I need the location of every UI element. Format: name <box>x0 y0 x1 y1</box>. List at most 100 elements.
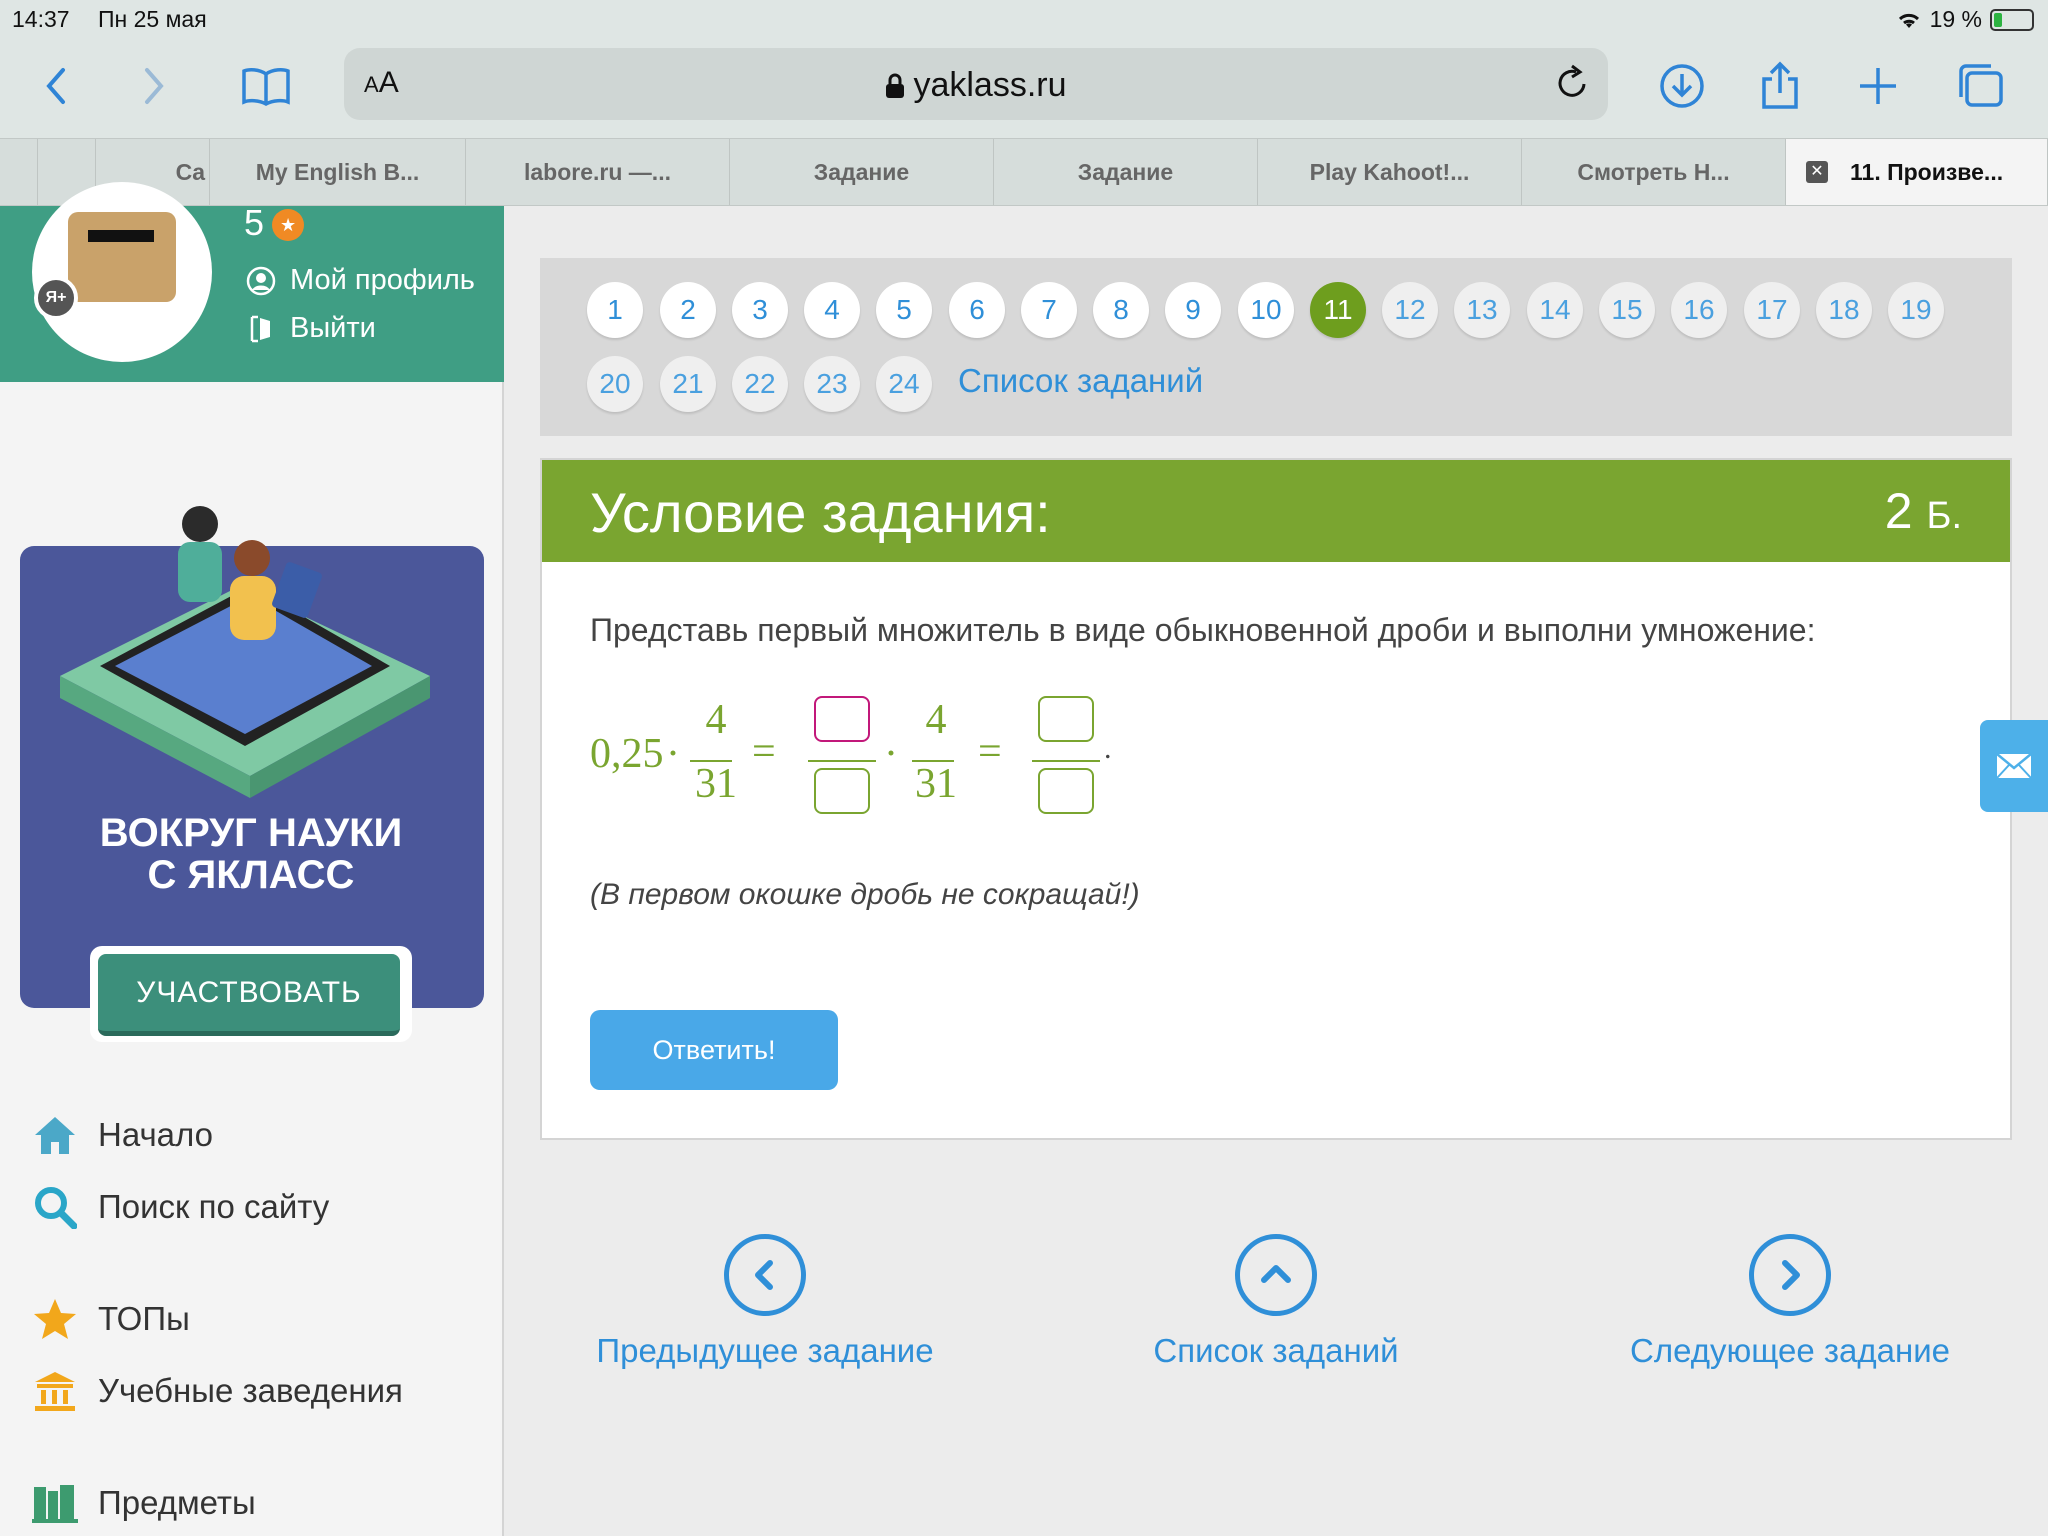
task-number-5[interactable]: 5 <box>876 282 932 338</box>
task-card: Условие задания: 2 Б. Представь первый м… <box>540 458 2012 1140</box>
tab-item[interactable] <box>0 139 38 205</box>
tabs-overview-icon[interactable] <box>1950 56 2010 116</box>
profile-panel: Я+ 5 ★ Мой профиль Выйти <box>0 182 504 382</box>
task-number-8[interactable]: 8 <box>1093 282 1149 338</box>
task-number-23[interactable]: 23 <box>804 356 860 412</box>
task-number-17[interactable]: 17 <box>1744 282 1800 338</box>
task-number-24[interactable]: 24 <box>876 356 932 412</box>
task-number-7[interactable]: 7 <box>1021 282 1077 338</box>
task-list-button[interactable]: Список заданий <box>1140 1234 1412 1370</box>
date: Пн 25 мая <box>98 6 207 32</box>
wifi-icon <box>1898 13 1919 28</box>
task-hint: (В первом окошке дробь не сокращай!) <box>590 878 1140 911</box>
url-text[interactable]: yaklass.ru <box>344 66 1608 105</box>
chevron-up-icon <box>1235 1234 1317 1316</box>
task-title: Условие задания: <box>590 481 1051 544</box>
task-points: 2 Б. <box>1884 483 1962 539</box>
formula-decimal: 0,25 <box>590 731 664 777</box>
tab-item[interactable]: Смотреть Н... <box>1522 139 1786 205</box>
task-number-10[interactable]: 10 <box>1238 282 1294 338</box>
tab-item[interactable]: Задание <box>994 139 1258 205</box>
formula-period: . <box>1104 732 1112 765</box>
prev-task-button[interactable]: Предыдущее задание <box>592 1234 938 1370</box>
promo-title: ВОКРУГ НАУКИ С ЯКЛАСС <box>99 811 403 897</box>
status-right: 19 % <box>1896 6 2034 33</box>
downloads-icon[interactable] <box>1652 56 1712 116</box>
back-icon[interactable] <box>26 56 86 116</box>
clock: 14:37 <box>12 6 70 32</box>
fraction-bar <box>808 760 876 762</box>
user-icon <box>246 266 276 295</box>
nav-schools[interactable]: Учебные заведения <box>32 1368 403 1414</box>
avatar[interactable] <box>32 182 212 362</box>
task-number-20[interactable]: 20 <box>587 356 643 412</box>
avatar-image <box>68 212 176 302</box>
task-number-12[interactable]: 12 <box>1382 282 1438 338</box>
task-number-current[interactable]: 11 <box>1310 282 1366 338</box>
logout-link[interactable]: Выйти <box>246 312 376 345</box>
nav-subjects[interactable]: Предметы <box>32 1480 256 1526</box>
formula-numerator: 4 <box>705 697 727 743</box>
nav-tops[interactable]: ТОПы <box>32 1296 190 1342</box>
book-icon <box>32 1480 78 1526</box>
formula-denominator: 31 <box>915 761 957 807</box>
answer-input-denominator-2[interactable] <box>1038 768 1094 814</box>
feedback-button[interactable] <box>1980 720 2048 812</box>
bookmarks-icon[interactable] <box>236 56 296 116</box>
task-number-13[interactable]: 13 <box>1454 282 1510 338</box>
home-icon <box>32 1112 78 1158</box>
battery-percent: 19 % <box>1929 6 1982 32</box>
star-icon: ★ <box>272 209 305 242</box>
task-number-2[interactable]: 2 <box>660 282 716 338</box>
task-number-18[interactable]: 18 <box>1816 282 1872 338</box>
tab-item-active[interactable]: ✕ 11. Произве... <box>1786 139 2048 205</box>
share-icon[interactable] <box>1750 56 1810 116</box>
task-number-4[interactable]: 4 <box>804 282 860 338</box>
task-number-9[interactable]: 9 <box>1165 282 1221 338</box>
submit-answer-button[interactable]: Ответить! <box>590 1010 838 1090</box>
task-number-14[interactable]: 14 <box>1527 282 1583 338</box>
status-bar: 14:37 Пн 25 мая 19 % <box>0 0 2048 38</box>
answer-input-numerator-2[interactable] <box>1038 696 1094 742</box>
task-number-19[interactable]: 19 <box>1888 282 1944 338</box>
task-number-21[interactable]: 21 <box>660 356 716 412</box>
mail-icon <box>1996 753 2032 779</box>
tab-bar: Ca My English B... labore.ru —... Задани… <box>0 138 2048 206</box>
reload-icon[interactable] <box>1554 64 1590 107</box>
tab-item[interactable]: labore.ru —... <box>466 139 730 205</box>
sidebar: Я+ 5 ★ Мой профиль Выйти ВОКРУГ НАУКИ С Я… <box>0 182 504 1536</box>
formula-equals: = <box>978 729 1002 775</box>
task-list-link[interactable]: Список заданий <box>958 362 1203 400</box>
task-number-22[interactable]: 22 <box>732 356 788 412</box>
fraction-bar <box>1032 760 1100 762</box>
tab-item[interactable]: My English B... <box>210 139 466 205</box>
nav-home[interactable]: Начало <box>32 1112 213 1158</box>
new-tab-icon[interactable] <box>1848 56 1908 116</box>
formula-dot: · <box>666 731 680 777</box>
star-icon <box>32 1296 78 1342</box>
profile-link[interactable]: Мой профиль <box>246 264 475 297</box>
tab-item[interactable]: Задание <box>730 139 994 205</box>
tab-item[interactable]: Play Kahoot!... <box>1258 139 1522 205</box>
user-level: 5 ★ <box>244 202 305 244</box>
participate-button[interactable]: УЧАСТВОВАТЬ <box>98 954 400 1036</box>
answer-input-denominator-1[interactable] <box>814 768 870 814</box>
next-task-button[interactable]: Следующее задание <box>1622 1234 1958 1370</box>
formula-equals: = <box>752 729 776 775</box>
address-bar[interactable]: AA yaklass.ru <box>344 48 1608 120</box>
battery-icon <box>1990 8 2034 31</box>
task-number-6[interactable]: 6 <box>949 282 1005 338</box>
task-number-15[interactable]: 15 <box>1599 282 1655 338</box>
browser-toolbar: AA yaklass.ru <box>0 38 2048 138</box>
task-number-1[interactable]: 1 <box>587 282 643 338</box>
task-number-16[interactable]: 16 <box>1671 282 1727 338</box>
task-number-3[interactable]: 3 <box>732 282 788 338</box>
math-formula: 0,25 · 4 31 = · 4 31 = . <box>590 696 1290 826</box>
forward-icon[interactable] <box>124 56 184 116</box>
close-tab-icon[interactable]: ✕ <box>1806 161 1828 183</box>
formula-dot: · <box>884 731 898 777</box>
nav-search[interactable]: Поиск по сайту <box>32 1184 329 1230</box>
lock-icon <box>886 73 905 98</box>
logout-icon <box>250 315 270 342</box>
answer-input-numerator-1[interactable] <box>814 696 870 742</box>
